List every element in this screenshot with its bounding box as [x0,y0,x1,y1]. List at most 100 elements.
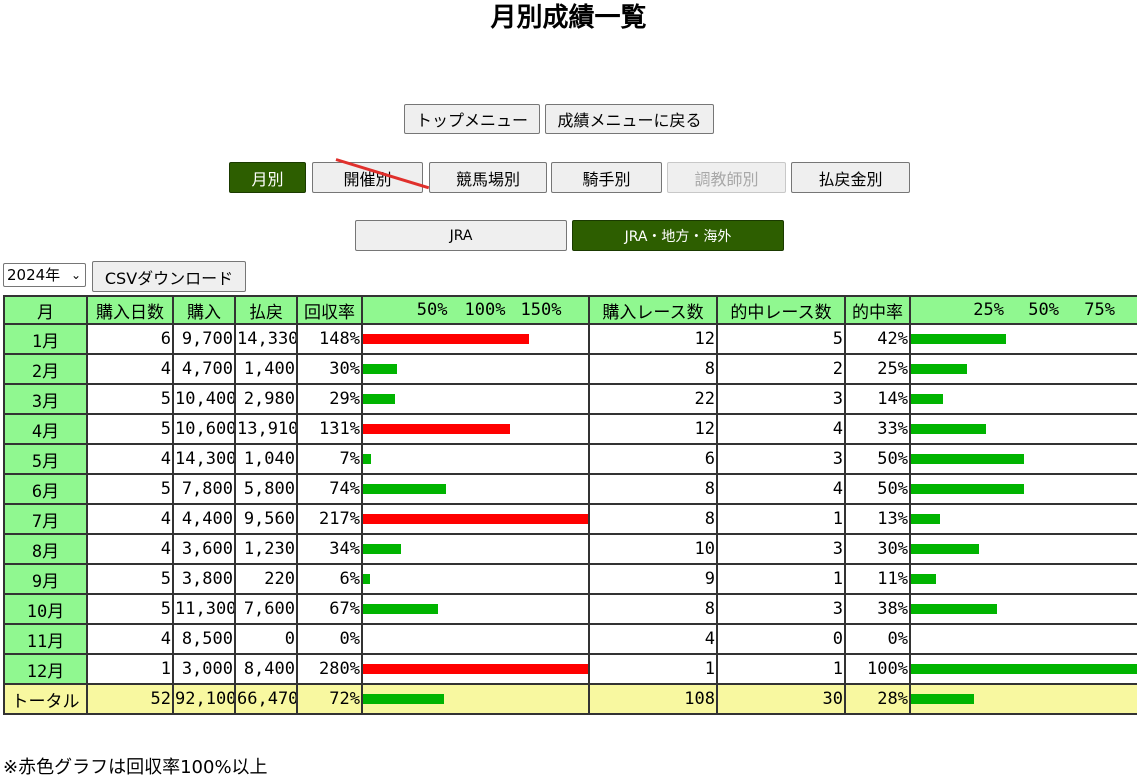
return-rate-cell: 0% [296,623,363,655]
filter-jra-button[interactable]: JRA [355,220,567,251]
purchase-cell: 11,300 [172,593,236,625]
header-hit-rate: 的中率 [844,295,911,325]
payout-cell: 7,600 [234,593,298,625]
year-select[interactable]: 2024年 ⌄ [3,263,86,287]
return-scale-tick: 50% [416,300,448,320]
back-to-results-menu-button[interactable]: 成績メニューに戻る [545,104,714,134]
hit-races-cell: 4 [716,413,846,445]
year-select-value: 2024年 [7,266,61,284]
purchase-cell: 4,400 [172,503,236,535]
return-rate-bar-cell [361,503,590,535]
races-cell: 12 [588,413,718,445]
purchase-cell: 3,800 [172,563,236,595]
table-row: 6月 5 7,800 5,800 74% 8 4 50% [3,473,1137,505]
purchase-cell: 3,600 [172,533,236,565]
races-cell: 108 [588,683,718,715]
table-row: 4月 5 10,600 13,910 131% 12 4 33% [3,413,1137,445]
purchase-days-cell: 4 [86,533,174,565]
tab-by-jockey[interactable]: 騎手別 [551,162,662,193]
hit-rate-bar [912,574,936,584]
races-cell: 4 [588,623,718,655]
filter-jra-local-overseas-button[interactable]: JRA・地方・海外 [572,220,784,251]
hit-rate-bar [912,544,979,554]
purchase-cell: 9,700 [172,323,236,355]
hit-races-cell: 3 [716,383,846,415]
purchase-days-cell: 5 [86,413,174,445]
table-row: 2月 4 4,700 1,400 30% 8 2 25% [3,353,1137,385]
tab-by-racecourse[interactable]: 競馬場別 [429,162,547,193]
hit-rate-bar-cell [909,623,1137,655]
hit-rate-cell: 28% [844,683,911,715]
return-rate-bar [364,394,395,404]
month-cell: 6月 [3,473,88,505]
top-menu-button[interactable]: トップメニュー [404,104,540,134]
hit-rate-bar [912,394,943,404]
hit-rate-bar-cell [909,413,1137,445]
hit-scale-tick: 25% [973,300,1004,320]
hit-rate-cell: 11% [844,563,911,595]
hit-rate-cell: 13% [844,503,911,535]
hit-rate-bar-cell [909,443,1137,475]
month-cell: 7月 [3,503,88,535]
hit-rate-bar-cell [909,653,1137,685]
payout-cell: 9,560 [234,503,298,535]
csv-download-button[interactable]: CSVダウンロード [92,261,246,292]
payout-cell: 14,330 [234,323,298,355]
hit-rate-cell: 42% [844,323,911,355]
hit-scale-tick: 50% [1028,300,1059,320]
return-rate-cell: 29% [296,383,363,415]
hit-races-cell: 1 [716,653,846,685]
payout-cell: 8,400 [234,653,298,685]
table-total-row: トータル 52 92,100 66,470 72% 108 30 28% [3,683,1137,715]
purchase-days-cell: 4 [86,353,174,385]
table-row: 8月 4 3,600 1,230 34% 10 3 30% [3,533,1137,565]
table-row: 10月 5 11,300 7,600 67% 8 3 38% [3,593,1137,625]
table-row: 7月 4 4,400 9,560 217% 8 1 13% [3,503,1137,535]
page-title: 月別成績一覧 [490,3,647,33]
races-cell: 6 [588,443,718,475]
purchase-days-cell: 6 [86,323,174,355]
hit-races-cell: 1 [716,503,846,535]
return-rate-bar [364,514,587,524]
tab-by-payout[interactable]: 払戻金別 [791,162,910,193]
purchase-cell: 92,100 [172,683,236,715]
hit-rate-bar-cell [909,533,1137,565]
purchase-cell: 10,600 [172,413,236,445]
hit-rate-cell: 0% [844,623,911,655]
header-purchase: 購入 [172,295,236,325]
month-cell: 3月 [3,383,88,415]
month-cell: 12月 [3,653,88,685]
purchase-days-cell: 4 [86,443,174,475]
hit-rate-bar-cell [909,323,1137,355]
hit-rate-bar [912,604,997,614]
table-row: 11月 4 8,500 0 0% 4 0 0% [3,623,1137,655]
purchase-days-cell: 5 [86,383,174,415]
return-rate-cell: 74% [296,473,363,505]
return-rate-bar [364,424,510,434]
return-rate-bar-cell [361,593,590,625]
tab-monthly[interactable]: 月別 [229,162,306,193]
header-return-scale: 50% 100% 150% [361,295,590,325]
races-cell: 10 [588,533,718,565]
header-races: 購入レース数 [588,295,718,325]
payout-cell: 5,800 [234,473,298,505]
return-scale-tick: 150% [520,300,562,320]
hit-rate-bar-cell [909,683,1137,715]
purchase-cell: 8,500 [172,623,236,655]
payout-cell: 0 [234,623,298,655]
return-rate-cell: 30% [296,353,363,385]
hit-rate-bar [912,454,1024,464]
hit-races-cell: 3 [716,443,846,475]
payout-cell: 1,040 [234,443,298,475]
return-rate-bar-cell [361,623,590,655]
return-rate-bar [364,454,371,464]
hit-races-cell: 3 [716,533,846,565]
return-rate-bar [364,604,438,614]
purchase-cell: 7,800 [172,473,236,505]
purchase-days-cell: 5 [86,473,174,505]
hit-rate-cell: 25% [844,353,911,385]
races-cell: 1 [588,653,718,685]
hit-races-cell: 2 [716,353,846,385]
return-rate-bar-cell [361,383,590,415]
return-rate-bar-cell [361,533,590,565]
